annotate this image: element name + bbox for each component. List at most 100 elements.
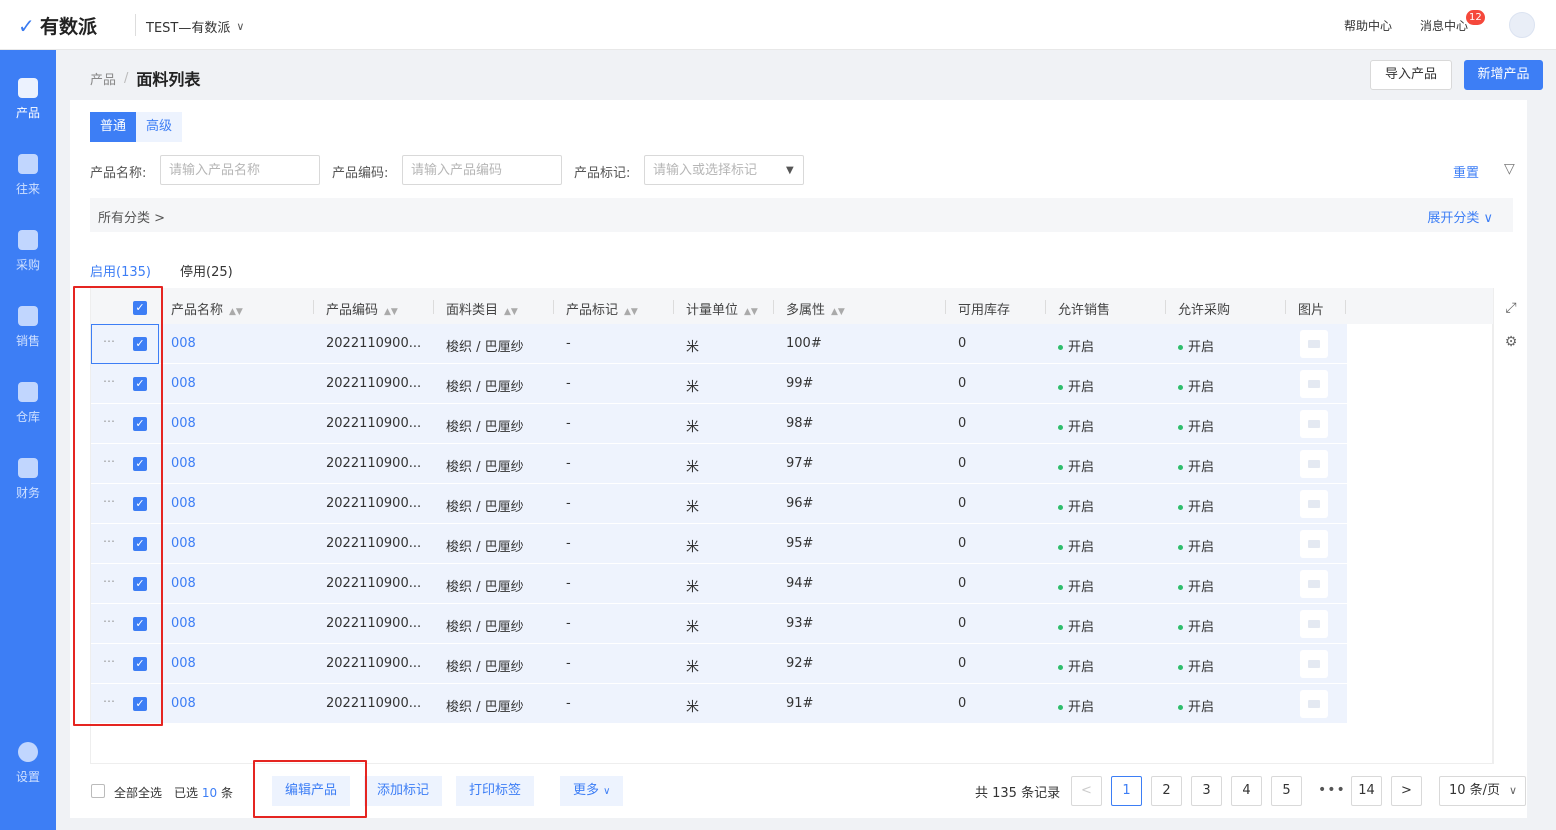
row-more-icon[interactable]: ⋯ xyxy=(103,534,115,548)
image-placeholder-icon[interactable] xyxy=(1300,490,1328,518)
category-path[interactable]: 所有分类 > xyxy=(98,207,165,226)
product-name-input[interactable] xyxy=(160,155,320,185)
table-row[interactable]: ⋯ ✓ 008 2022110900... 梭织 / 巴厘纱 - 米 100# 0 开启 开启 xyxy=(91,324,1347,364)
table-row[interactable]: ⋯ ✓ 008 2022110900... 梭织 / 巴厘纱 - 米 95# 0 开启 开启 xyxy=(91,524,1347,564)
page-size-select[interactable]: 10 条/页 ∨ xyxy=(1439,776,1526,806)
breadcrumb-parent[interactable]: 产品 xyxy=(90,69,116,88)
product-code-input[interactable] xyxy=(402,155,562,185)
reset-button[interactable]: 重置 xyxy=(1453,162,1479,181)
page-button[interactable]: 1 xyxy=(1111,776,1142,806)
row-checkbox[interactable]: ✓ xyxy=(133,417,147,431)
select-all-checkbox[interactable] xyxy=(91,784,105,798)
row-checkbox[interactable]: ✓ xyxy=(133,697,147,711)
cell-name[interactable]: 008 xyxy=(171,416,196,431)
image-placeholder-icon[interactable] xyxy=(1300,370,1328,398)
more-button[interactable]: 更多 ∨ xyxy=(560,776,624,806)
image-placeholder-icon[interactable] xyxy=(1300,530,1328,558)
sidebar-item-warehouse[interactable]: 仓库 xyxy=(0,382,56,442)
logo[interactable]: ✓ 有数派 xyxy=(18,12,97,39)
add-product-button[interactable]: 新增产品 xyxy=(1464,60,1543,90)
sidebar-item-settings[interactable]: 设置 xyxy=(0,742,56,802)
image-placeholder-icon[interactable] xyxy=(1300,650,1328,678)
sidebar-item-finance[interactable]: 财务 xyxy=(0,458,56,518)
table-row[interactable]: ⋯ ✓ 008 2022110900... 梭织 / 巴厘纱 - 米 97# 0 开启 开启 xyxy=(91,444,1347,484)
table-row[interactable]: ⋯ ✓ 008 2022110900... 梭织 / 巴厘纱 - 米 96# 0 开启 开启 xyxy=(91,484,1347,524)
table-row[interactable]: ⋯ ✓ 008 2022110900... 梭织 / 巴厘纱 - 米 92# 0 开启 开启 xyxy=(91,644,1347,684)
header-select-checkbox[interactable]: ✓ xyxy=(133,301,147,315)
table-row[interactable]: ⋯ ✓ 008 2022110900... 梭织 / 巴厘纱 - 米 91# 0 开启 开启 xyxy=(91,684,1347,724)
help-center-link[interactable]: 帮助中心 xyxy=(1344,17,1392,34)
filter-icon[interactable]: ▽ xyxy=(1504,161,1520,177)
cell-name[interactable]: 008 xyxy=(171,336,196,351)
column-header[interactable]: 面料类目 ▲▼ xyxy=(446,299,518,318)
page-button[interactable]: 2 xyxy=(1151,776,1182,806)
product-tag-select[interactable] xyxy=(644,155,804,185)
image-placeholder-icon[interactable] xyxy=(1300,410,1328,438)
cell-name[interactable]: 008 xyxy=(171,616,196,631)
image-placeholder-icon[interactable] xyxy=(1300,610,1328,638)
row-more-icon[interactable]: ⋯ xyxy=(103,694,115,708)
row-more-icon[interactable]: ⋯ xyxy=(103,374,115,388)
page-button[interactable]: 14 xyxy=(1351,776,1382,806)
sidebar-item-contacts[interactable]: 往来 xyxy=(0,154,56,214)
row-more-icon[interactable]: ⋯ xyxy=(103,614,115,628)
column-header[interactable]: 产品编码 ▲▼ xyxy=(326,299,398,318)
gear-icon[interactable]: ⚙ xyxy=(1503,334,1519,350)
image-placeholder-icon[interactable] xyxy=(1300,570,1328,598)
cell-name[interactable]: 008 xyxy=(171,456,196,471)
prev-page-button[interactable]: < xyxy=(1071,776,1102,806)
column-header[interactable]: 计量单位 ▲▼ xyxy=(686,299,758,318)
row-checkbox[interactable]: ✓ xyxy=(133,537,147,551)
next-page-button[interactable]: > xyxy=(1391,776,1422,806)
page-button[interactable]: 5 xyxy=(1271,776,1302,806)
table-row[interactable]: ⋯ ✓ 008 2022110900... 梭织 / 巴厘纱 - 米 99# 0 开启 开启 xyxy=(91,364,1347,404)
message-center-link[interactable]: 消息中心 xyxy=(1420,17,1468,34)
column-header[interactable]: 多属性 ▲▼ xyxy=(786,299,845,318)
cell-unit: 米 xyxy=(686,420,700,435)
tab-normal[interactable]: 普通 xyxy=(90,112,137,142)
print-label-button[interactable]: 打印标签 xyxy=(456,776,535,806)
row-checkbox[interactable]: ✓ xyxy=(133,457,147,471)
sidebar-item-sales[interactable]: 销售 xyxy=(0,306,56,366)
column-header[interactable]: 产品名称 ▲▼ xyxy=(171,299,243,318)
add-tag-button[interactable]: 添加标记 xyxy=(364,776,443,806)
page-button[interactable]: 3 xyxy=(1191,776,1222,806)
row-checkbox[interactable]: ✓ xyxy=(133,577,147,591)
row-more-icon[interactable]: ⋯ xyxy=(103,414,115,428)
avatar[interactable] xyxy=(1509,12,1535,38)
pagination-ellipsis[interactable]: ••• xyxy=(1318,782,1346,798)
row-more-icon[interactable]: ⋯ xyxy=(103,494,115,508)
column-header[interactable]: 产品标记 ▲▼ xyxy=(566,299,638,318)
cell-name[interactable]: 008 xyxy=(171,496,196,511)
fullscreen-icon[interactable]: ⤢ xyxy=(1503,300,1519,316)
page-button[interactable]: 4 xyxy=(1231,776,1262,806)
import-product-button[interactable]: 导入产品 xyxy=(1370,60,1452,90)
edit-product-button[interactable]: 编辑产品 xyxy=(272,776,351,806)
cell-name[interactable]: 008 xyxy=(171,376,196,391)
cell-name[interactable]: 008 xyxy=(171,536,196,551)
row-more-icon[interactable]: ⋯ xyxy=(103,454,115,468)
cell-name[interactable]: 008 xyxy=(171,656,196,671)
row-checkbox[interactable]: ✓ xyxy=(133,617,147,631)
cell-name[interactable]: 008 xyxy=(171,696,196,711)
image-placeholder-icon[interactable] xyxy=(1300,690,1328,718)
contact-icon xyxy=(18,154,38,174)
row-more-icon[interactable]: ⋯ xyxy=(103,574,115,588)
sidebar-item-product[interactable]: 产品 xyxy=(0,78,56,138)
tab-enabled[interactable]: 启用(135) xyxy=(90,261,151,280)
image-placeholder-icon[interactable] xyxy=(1300,450,1328,478)
row-checkbox[interactable]: ✓ xyxy=(133,497,147,511)
table-row[interactable]: ⋯ ✓ 008 2022110900... 梭织 / 巴厘纱 - 米 93# 0 开启 开启 xyxy=(91,604,1347,644)
table-row[interactable]: ⋯ ✓ 008 2022110900... 梭织 / 巴厘纱 - 米 94# 0 开启 开启 xyxy=(91,564,1347,604)
expand-category-button[interactable]: 展开分类 ∨ xyxy=(1427,207,1493,226)
tab-disabled[interactable]: 停用(25) xyxy=(180,261,233,280)
cell-name[interactable]: 008 xyxy=(171,576,196,591)
org-switcher[interactable]: TEST—有数派 ∨ xyxy=(146,17,244,36)
row-more-icon[interactable]: ⋯ xyxy=(103,654,115,668)
table-row[interactable]: ⋯ ✓ 008 2022110900... 梭织 / 巴厘纱 - 米 98# 0 开启 开启 xyxy=(91,404,1347,444)
image-placeholder-icon[interactable] xyxy=(1300,330,1328,358)
row-checkbox[interactable]: ✓ xyxy=(133,377,147,391)
tab-advanced[interactable]: 高级 xyxy=(136,112,183,142)
row-checkbox[interactable]: ✓ xyxy=(133,657,147,671)
sidebar-item-purchase[interactable]: 采购 xyxy=(0,230,56,290)
